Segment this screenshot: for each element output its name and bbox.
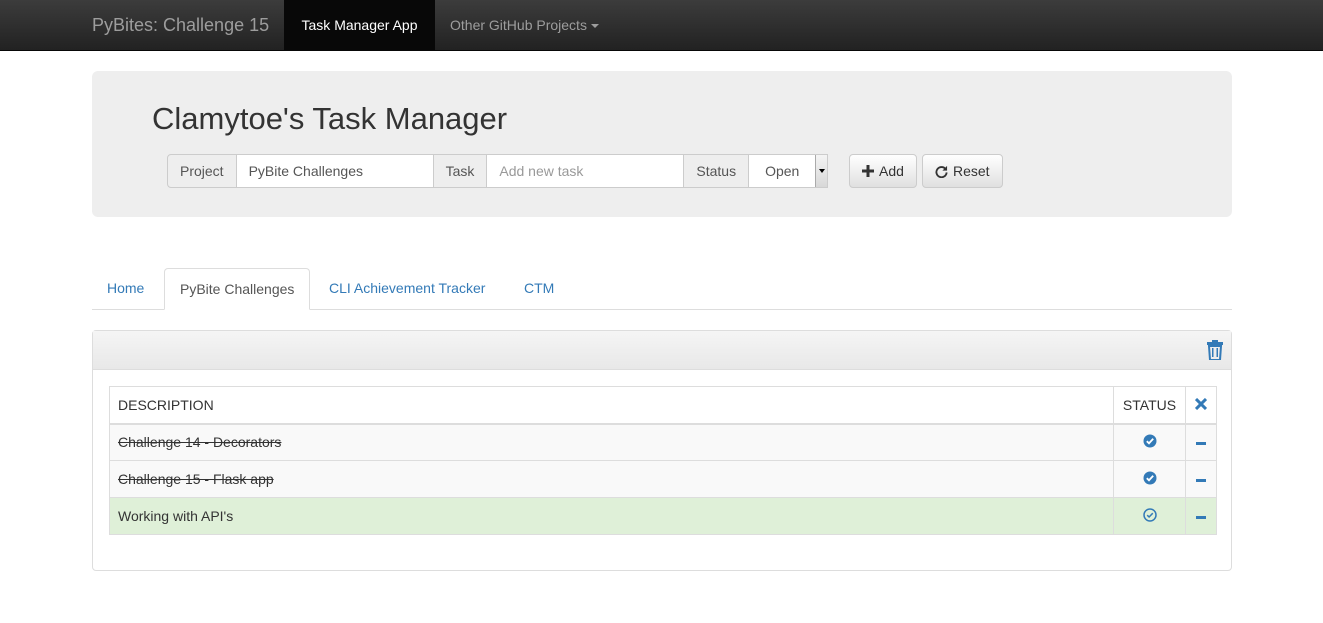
table-row: Working with API's [109,497,1217,535]
add-button-label: Add [879,163,904,179]
add-button[interactable]: Add [849,154,917,188]
status-select-value: Open [765,163,800,179]
task-remove-cell[interactable] [1185,460,1217,498]
select-arrow-icon [815,155,828,187]
page-title: Clamytoe's Task Manager [152,101,508,136]
refresh-icon [935,165,948,178]
status-label: Status [684,154,750,188]
column-header-description: DESCRIPTION [109,386,1114,425]
tasks-panel: DESCRIPTION STATUS Challenge 14 - Decora… [92,330,1232,571]
task-status-cell[interactable] [1113,460,1186,498]
status-select[interactable]: Open [749,154,829,188]
project-label: Project [167,154,237,188]
navbar-brand[interactable]: PyBites: Challenge 15 [92,0,269,51]
task-description: Challenge 14 - Decorators [109,423,1114,461]
task-status-cell[interactable] [1113,497,1186,535]
tab-ctm[interactable]: CTM [509,268,569,310]
task-description: Challenge 15 - Flask app [109,460,1114,498]
reset-button[interactable]: Reset [922,154,1003,188]
nav-dropdown-label: Other GitHub Projects [450,17,587,33]
new-task-form: Project PyBite Challenges Task Add new t… [167,154,829,188]
minus-icon[interactable] [1196,478,1206,482]
caret-down-icon [590,24,599,29]
navbar: PyBites: Challenge 15 Task Manager App O… [0,0,1323,51]
reset-button-label: Reset [953,163,990,179]
plus-icon [862,165,874,177]
project-input[interactable]: PyBite Challenges [236,154,434,188]
tasks-table: DESCRIPTION STATUS Challenge 14 - Decora… [109,386,1217,535]
task-label: Task [433,154,488,188]
delete-all-header[interactable] [1185,386,1217,425]
check-circle-filled-icon[interactable] [1143,434,1157,448]
trash-icon[interactable] [1207,340,1223,360]
task-remove-cell[interactable] [1185,497,1217,535]
task-description: Working with API's [109,497,1114,535]
task-input[interactable]: Add new task [487,154,685,188]
task-status-cell[interactable] [1113,423,1186,461]
nav-dropdown-github-projects[interactable]: Other GitHub Projects [450,0,599,51]
table-row: Challenge 14 - Decorators [109,423,1217,461]
close-icon[interactable] [1194,397,1208,410]
minus-icon[interactable] [1196,515,1206,519]
panel-heading [93,331,1231,370]
table-header-row: DESCRIPTION STATUS [109,386,1217,425]
project-tabs: Home PyBite Challenges CLI Achievement T… [92,268,1232,310]
column-header-status: STATUS [1113,386,1186,425]
check-circle-outline-icon[interactable] [1142,507,1157,522]
task-remove-cell[interactable] [1185,423,1217,461]
jumbotron: Clamytoe's Task Manager Project PyBite C… [92,71,1232,217]
tab-home[interactable]: Home [92,268,159,310]
tab-cli-achievement-tracker[interactable]: CLI Achievement Tracker [314,268,500,310]
tab-pybite-challenges[interactable]: PyBite Challenges [164,268,311,310]
table-row: Challenge 15 - Flask app [109,460,1217,498]
nav-item-task-manager[interactable]: Task Manager App [284,0,435,51]
minus-icon[interactable] [1196,442,1206,446]
check-circle-filled-icon[interactable] [1143,471,1157,485]
